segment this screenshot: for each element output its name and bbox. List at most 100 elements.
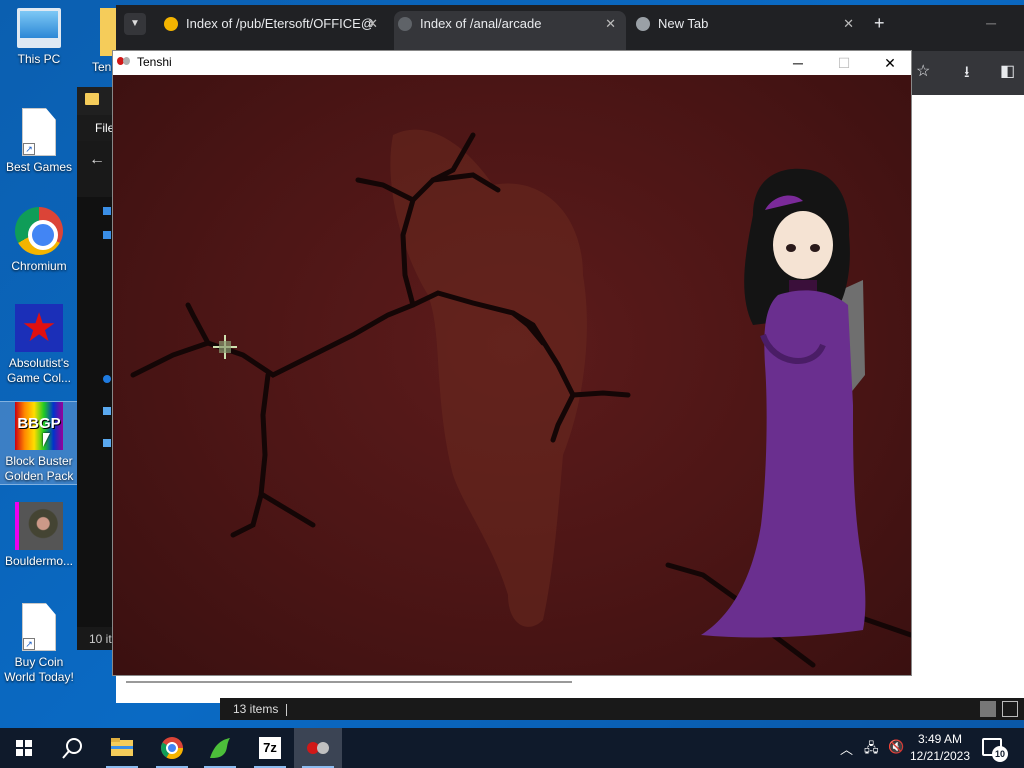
clock-date: 12/21/2023 xyxy=(909,749,971,763)
start-button[interactable] xyxy=(0,728,48,768)
desktop-icon-label: Buy Coin World Today! xyxy=(4,655,74,684)
desktop-icon-partial[interactable]: Ten xyxy=(80,8,116,75)
network-nav-icon[interactable] xyxy=(103,439,111,447)
character-eye-left xyxy=(786,244,796,252)
desktop-icon-best-games[interactable]: ↗ Best Games xyxy=(0,108,78,175)
status-divider xyxy=(286,703,288,716)
bookmark-star-icon[interactable]: ☆ xyxy=(916,61,930,81)
explorer-status-bar: 13 items xyxy=(220,698,1024,720)
tab-close-icon[interactable]: ✕ xyxy=(843,11,854,37)
crosshair-center xyxy=(219,341,231,353)
shortcut-arrow-icon: ↗ xyxy=(23,143,35,155)
windows-logo-icon xyxy=(16,740,32,756)
tab-new-tab[interactable]: New Tab ✕ xyxy=(632,11,864,51)
desktop-icon-label: Bouldermo... xyxy=(4,554,74,568)
search-icon xyxy=(62,738,82,759)
minimize-button[interactable]: ─ xyxy=(775,51,821,75)
desktop-icon-label: Best Games xyxy=(5,160,73,174)
onedrive-icon[interactable] xyxy=(103,375,111,383)
tenshi-character xyxy=(701,168,866,638)
tab-search-button[interactable]: ▼ xyxy=(124,13,146,35)
this-pc-icon xyxy=(17,8,61,48)
tab-etersoft[interactable]: Index of /pub/Etersoft/OFFICE@ ✕ xyxy=(160,11,388,51)
desktop-icon-buy-coin-world[interactable]: ↗ Buy Coin World Today! xyxy=(0,603,78,685)
absolutist-icon xyxy=(15,304,63,352)
minimize-icon[interactable]: ─ xyxy=(986,15,996,31)
taskbar-7zip[interactable]: 7z xyxy=(246,728,294,768)
taskbar-dragon-app[interactable] xyxy=(196,728,244,768)
game-scene xyxy=(130,129,911,668)
chevron-down-icon: ▼ xyxy=(130,18,140,29)
side-panel-icon[interactable]: ◧ xyxy=(1000,61,1015,81)
file-shortcut-icon: ↗ xyxy=(22,108,56,156)
desktop-icon-label: Block Buster Golden Pack xyxy=(4,454,74,483)
clock-time: 3:49 AM xyxy=(917,732,963,746)
taskbar-chrome[interactable] xyxy=(148,728,196,768)
large-icons-view-icon[interactable] xyxy=(1002,701,1018,717)
file-explorer-icon xyxy=(111,738,133,756)
mouse-pointer-icon xyxy=(43,433,50,447)
character-face xyxy=(773,211,833,279)
items-count-label: 13 items xyxy=(233,702,279,716)
desktop-icon-label: Ten xyxy=(92,60,112,74)
character-neck-collar xyxy=(789,280,817,292)
tenshi-app-icon xyxy=(117,57,131,67)
bbgp-icon: BBGP xyxy=(15,402,63,450)
desktop-nav-icon[interactable] xyxy=(103,231,111,239)
ghost-silhouette xyxy=(390,129,587,627)
tab-title: Index of /anal/arcade xyxy=(420,16,542,31)
folder-favicon-icon xyxy=(164,17,178,31)
taskbar-clock[interactable]: 3:49 AM 12/21/2023 xyxy=(908,731,972,765)
item-count: 10 it xyxy=(89,632,112,646)
download-icon[interactable]: ⭳ xyxy=(964,61,970,88)
chrome-favicon-icon xyxy=(636,17,650,31)
taskbar-file-explorer[interactable] xyxy=(98,728,146,768)
tenshi-icon xyxy=(307,742,329,754)
desktop-icon-label: This PC xyxy=(17,52,61,66)
game-canvas[interactable] xyxy=(113,75,911,675)
tab-close-icon[interactable]: ✕ xyxy=(367,11,378,37)
dragon-icon xyxy=(210,738,230,758)
desktop-icon-block-buster[interactable]: BBGP Block Buster Golden Pack xyxy=(0,401,79,485)
this-pc-nav-icon[interactable] xyxy=(103,407,111,415)
tenshi-game-window: Tenshi ─ ☐ ✕ xyxy=(112,50,912,676)
character-dress xyxy=(701,290,866,638)
explorer-titlebar xyxy=(77,87,115,115)
desktop-icon-absolutist[interactable]: Absolutist's Game Col... xyxy=(0,304,78,386)
ribbon-file-tab[interactable]: File xyxy=(77,115,115,141)
new-tab-button[interactable]: + xyxy=(874,13,885,33)
volume-muted-icon[interactable]: 🔇 xyxy=(888,739,904,755)
game-titlebar: Tenshi ─ ☐ ✕ xyxy=(113,51,911,75)
file-shortcut-icon: ↗ xyxy=(22,603,56,651)
horizontal-scrollbar[interactable] xyxy=(126,681,572,683)
tab-arcade[interactable]: Index of /anal/arcade ✕ xyxy=(394,11,626,51)
notification-count-badge: 10 xyxy=(992,746,1008,762)
close-button[interactable]: ✕ xyxy=(867,51,913,75)
show-hidden-icons-chevron-icon[interactable]: ︿ xyxy=(840,739,853,758)
network-icon[interactable]: 🖧 xyxy=(864,739,879,761)
details-view-icon[interactable] xyxy=(980,701,996,717)
quick-access-icon[interactable] xyxy=(103,207,111,215)
desktop-icon-label: Chromium xyxy=(11,259,67,273)
tab-strip: ▼ Index of /pub/Etersoft/OFFICE@ ✕ Index… xyxy=(116,5,1024,51)
bouldermouse-icon xyxy=(15,502,63,550)
taskbar: 7z ︿ 🖧 🔇 3:49 AM 12/21/2023 10 xyxy=(0,728,1024,768)
back-arrow-icon[interactable]: ← xyxy=(89,151,105,169)
chrome-icon xyxy=(161,737,183,759)
globe-favicon-icon xyxy=(398,17,412,31)
tab-close-icon[interactable]: ✕ xyxy=(605,11,616,37)
action-center-button[interactable]: 10 xyxy=(982,738,1008,762)
desktop-icon-chromium[interactable]: Chromium xyxy=(0,207,78,274)
seven-zip-icon: 7z xyxy=(259,737,281,759)
desktop-icon-bouldermouse[interactable]: Bouldermo... xyxy=(0,502,78,569)
taskbar-tenshi[interactable] xyxy=(294,728,342,768)
character-eye-right xyxy=(810,244,820,252)
folder-icon xyxy=(85,93,99,105)
desktop-icon-this-pc[interactable]: This PC xyxy=(0,8,78,67)
maximize-button[interactable]: ☐ xyxy=(821,51,867,75)
folder-icon xyxy=(100,8,116,56)
file-explorer-window: File ← 10 it xyxy=(77,87,115,650)
window-title: Tenshi xyxy=(137,55,172,69)
search-button[interactable] xyxy=(48,728,96,768)
shortcut-arrow-icon: ↗ xyxy=(23,638,35,650)
